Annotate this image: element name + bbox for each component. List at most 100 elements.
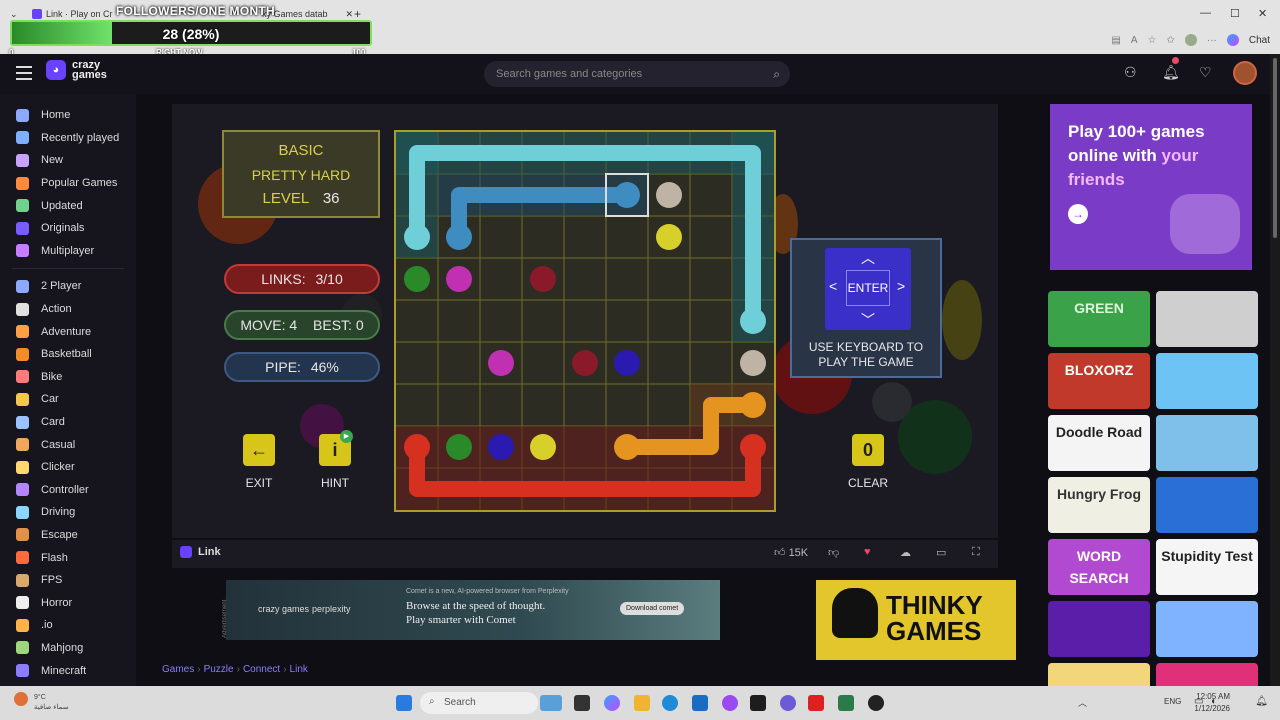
arrow-up-icon[interactable]: ︿ xyxy=(861,248,875,268)
crimson-dot[interactable] xyxy=(572,350,598,376)
sidebar-item-adventure[interactable]: Adventure xyxy=(0,320,136,343)
promo-arrow-icon[interactable]: → xyxy=(1068,204,1088,224)
blue-dot[interactable] xyxy=(614,182,640,208)
game-thumbnail[interactable]: GREEN xyxy=(1048,291,1150,347)
sidebar-item-home[interactable]: Home xyxy=(0,104,136,127)
yellow-dot[interactable] xyxy=(530,434,556,460)
copilot-icon[interactable] xyxy=(604,695,620,711)
chat-label[interactable]: Chat xyxy=(1249,35,1270,46)
green-dot[interactable] xyxy=(446,434,472,460)
clock[interactable]: 12:05 AM 1/12/2026 xyxy=(1194,691,1230,715)
start-windows-icon[interactable] xyxy=(396,695,412,711)
youtube-icon[interactable] xyxy=(808,695,824,711)
user-avatar[interactable] xyxy=(1233,61,1257,85)
taskbar-search[interactable]: ⌕ Search xyxy=(420,692,538,714)
notifications-bell-icon[interactable]: 🔔︎ xyxy=(1162,64,1180,81)
profile-icon[interactable] xyxy=(1184,34,1197,46)
game-thumbnail[interactable] xyxy=(1156,663,1258,686)
red-dot[interactable] xyxy=(404,434,430,460)
game-thumbnail[interactable] xyxy=(1048,601,1150,657)
breadcrumb-link[interactable]: Puzzle xyxy=(204,664,234,675)
friends-icon[interactable]: ⚇ xyxy=(1124,64,1137,81)
thumbs-down-icon[interactable]: 👎︎ xyxy=(828,546,839,559)
arrow-down-icon[interactable]: ﹀ xyxy=(861,310,875,330)
comet-advertisement[interactable]: crazy games perplexity Comet is a new, A… xyxy=(226,580,720,640)
sidebar-item-io[interactable]: .io xyxy=(0,614,136,637)
game-thumbnail[interactable] xyxy=(1156,291,1258,347)
puzzle-grid[interactable] xyxy=(394,130,776,512)
weather-icon[interactable] xyxy=(14,692,28,706)
sidebar-item-controller[interactable]: Controller xyxy=(0,479,136,502)
scrollbar-thumb[interactable] xyxy=(1273,58,1277,238)
orange-dot[interactable] xyxy=(740,392,766,418)
language-indicator[interactable]: ENG xyxy=(1164,697,1181,706)
clear-button[interactable]: 0 xyxy=(852,434,884,466)
widgets-icon[interactable] xyxy=(540,695,562,711)
sidebar-item-horror[interactable]: Horror xyxy=(0,591,136,614)
ad-download-button[interactable]: Download comet xyxy=(620,602,685,615)
maximize-icon[interactable]: ☐ xyxy=(1230,7,1240,20)
edge-browser-icon[interactable] xyxy=(662,695,678,711)
magenta-dot[interactable] xyxy=(488,350,514,376)
file-explorer-icon[interactable] xyxy=(634,695,650,711)
cloud-save-icon[interactable]: ☁ xyxy=(900,546,911,559)
sidebar-item-recently-played[interactable]: Recently played xyxy=(0,127,136,150)
app-icon[interactable] xyxy=(838,695,854,711)
more-icon[interactable]: ··· xyxy=(1207,35,1217,46)
messenger-icon[interactable] xyxy=(780,695,796,711)
sidebar-item-updated[interactable]: Updated xyxy=(0,194,136,217)
enter-button[interactable]: ENTER xyxy=(846,270,890,306)
red-dot[interactable] xyxy=(740,434,766,460)
sidebar-item-clicker[interactable]: Clicker xyxy=(0,456,136,479)
fullscreen-icon[interactable]: ⛶ xyxy=(972,546,980,559)
magenta-dot[interactable] xyxy=(446,266,472,292)
sidebar-item-popular-games[interactable]: Popular Games xyxy=(0,172,136,195)
breadcrumb-link[interactable]: Connect xyxy=(243,664,280,675)
favorites-icon[interactable]: ✩ xyxy=(1166,35,1174,46)
sidebar-item-mahjong[interactable]: Mahjong xyxy=(0,637,136,660)
sidebar-item-action[interactable]: Action xyxy=(0,298,136,321)
exit-button[interactable]: ← xyxy=(243,434,275,466)
feedback-icon[interactable]: ▭ xyxy=(936,546,946,559)
sidebar-item-car[interactable]: Car xyxy=(0,388,136,411)
game-thumbnail[interactable]: WORD SEARCH xyxy=(1048,539,1150,595)
beige-dot[interactable] xyxy=(740,350,766,376)
weather-widget[interactable]: 9°C سماء صافية xyxy=(34,693,69,713)
kick-icon[interactable] xyxy=(750,695,766,711)
like-button[interactable]: 👍︎ 15K xyxy=(774,546,808,559)
reader-icon[interactable]: ▤ xyxy=(1111,35,1120,46)
close-window-icon[interactable]: ✕ xyxy=(1258,7,1267,20)
notification-center-icon[interactable]: 🔔︎ xyxy=(1255,696,1268,707)
sidebar-item-bike[interactable]: Bike xyxy=(0,366,136,389)
game-thumbnail[interactable]: BLOXORZ xyxy=(1048,353,1150,409)
task-view-icon[interactable] xyxy=(574,695,590,711)
crimson-dot[interactable] xyxy=(530,266,556,292)
puzzle-board-svg[interactable] xyxy=(396,132,774,510)
green-dot[interactable] xyxy=(404,266,430,292)
sidebar-item-minecraft[interactable]: Minecraft xyxy=(0,659,136,682)
arrow-left-icon[interactable]: < xyxy=(829,278,837,294)
sidebar-item-card[interactable]: Card xyxy=(0,411,136,434)
teal-dot[interactable] xyxy=(740,308,766,334)
app-icon[interactable] xyxy=(868,695,884,711)
game-thumbnail[interactable] xyxy=(1156,415,1258,471)
sidebar-item-originals[interactable]: Originals xyxy=(0,217,136,240)
sidebar-item-fps[interactable]: FPS xyxy=(0,569,136,592)
orange-dot[interactable] xyxy=(614,434,640,460)
teal-dot[interactable] xyxy=(404,224,430,250)
sidebar-item-basketball[interactable]: Basketball xyxy=(0,343,136,366)
sidebar-item-2-player[interactable]: 2 Player xyxy=(0,275,136,298)
search-icon[interactable]: ⌕ xyxy=(773,67,780,82)
sidebar-item-driving[interactable]: Driving xyxy=(0,501,136,524)
chevron-up-icon[interactable]: ︿ xyxy=(1078,696,1087,709)
arrow-right-icon[interactable]: > xyxy=(897,278,905,294)
store-icon[interactable] xyxy=(692,695,708,711)
sidebar-item-multiplayer[interactable]: Multiplayer xyxy=(0,240,136,263)
close-tab-icon[interactable]: ✕ xyxy=(346,9,354,20)
breadcrumb-link[interactable]: Link xyxy=(290,664,308,675)
favorites-heart-icon[interactable]: ♡ xyxy=(1199,64,1212,81)
game-thumbnail[interactable] xyxy=(1156,353,1258,409)
sidebar-item-new[interactable]: New xyxy=(0,149,136,172)
app-icon[interactable] xyxy=(722,695,738,711)
favorite-heart-icon[interactable]: ♥ xyxy=(864,546,871,558)
